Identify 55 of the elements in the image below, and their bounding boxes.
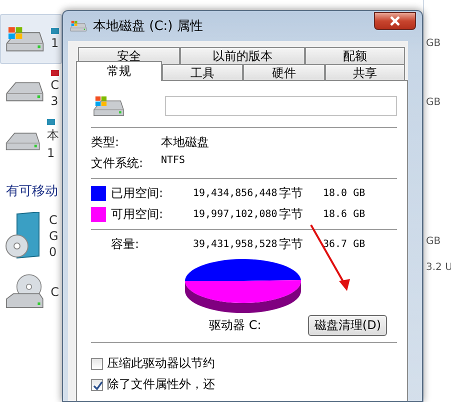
size-text: 36.7 GB <box>323 239 366 250</box>
space-label: 可用空间: <box>111 206 164 223</box>
tab[interactable]: 工具 <box>162 64 243 81</box>
drive-item[interactable]: C <box>0 264 62 320</box>
tab[interactable]: 常规 <box>76 61 162 81</box>
space-label: 容量: <box>111 236 140 253</box>
drive-label: 驱动器 C: <box>209 317 262 334</box>
drive-item[interactable]: C G 0 <box>0 208 62 264</box>
drive-label: 3 <box>50 94 59 108</box>
window-title: 本地磁盘 (C:) 属性 <box>93 18 204 35</box>
check-icon <box>92 380 104 392</box>
drive-label: C <box>49 213 58 227</box>
field-value: 本地磁盘 <box>161 134 210 151</box>
checkbox[interactable] <box>91 378 103 390</box>
byte-count: 39,431,958,528 <box>193 239 278 250</box>
close-button[interactable] <box>374 12 416 30</box>
section-header: 有可移动 <box>6 183 59 200</box>
size-text: 18.0 GB <box>323 188 366 199</box>
byte-count: 19,997,102,080 <box>193 209 278 220</box>
tab[interactable]: 共享 <box>325 64 405 81</box>
size-text: 18.6 GB <box>323 209 366 220</box>
size-text: GB <box>425 97 442 108</box>
field-value: NTFS <box>161 155 186 168</box>
drive-label: C <box>50 78 59 92</box>
tab[interactable]: 硬件 <box>243 64 325 81</box>
drive-label: 0 <box>49 245 58 259</box>
size-text: GB <box>425 38 442 49</box>
name-field[interactable] <box>165 96 397 116</box>
size-text: GB <box>425 236 442 247</box>
drive-label: 本 <box>47 126 59 144</box>
unit-text: 字节 <box>279 236 304 253</box>
checkbox-label: 压缩此驱动器以节约 <box>107 355 215 372</box>
arrow-annotation <box>310 224 350 291</box>
checkbox[interactable] <box>91 358 103 370</box>
drive-icon <box>3 24 45 54</box>
tab[interactable]: 配额 <box>305 47 405 64</box>
byte-count: 19,434,856,448 <box>193 188 278 199</box>
disk-cleanup-button[interactable]: 磁盘清理(D) <box>308 315 387 336</box>
drive-item[interactable]: C 3 <box>0 64 62 114</box>
drive-label: C <box>50 285 59 299</box>
space-label: 已用空间: <box>111 185 164 202</box>
drive-icon <box>69 20 87 32</box>
drive-icon <box>91 94 125 118</box>
unit-text: 字节 <box>279 185 304 202</box>
field-label: 文件系统: <box>91 155 144 172</box>
drive-item[interactable]: 1 <box>0 14 62 64</box>
drive-item[interactable]: 本 1 <box>0 114 62 164</box>
checkbox-label: 除了文件属性外，还 <box>107 376 215 393</box>
drive-label: 1 <box>47 146 56 160</box>
drive-label: G <box>49 229 58 243</box>
tab[interactable]: 以前的版本 <box>180 47 305 64</box>
field-label: 类型: <box>91 134 120 151</box>
drive-label: 1 <box>51 36 59 50</box>
close-icon <box>389 15 401 27</box>
unit-text: 字节 <box>279 206 304 223</box>
